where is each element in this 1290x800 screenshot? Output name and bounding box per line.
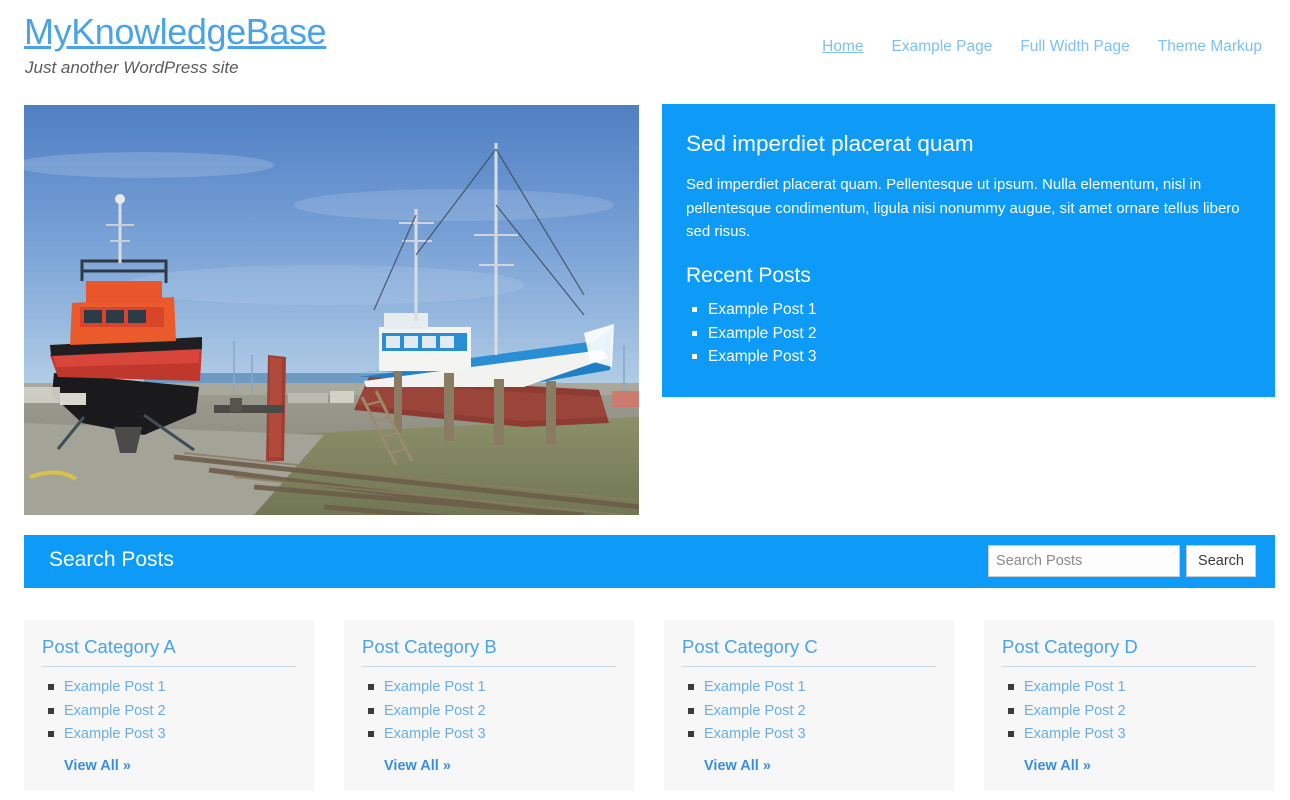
search-input[interactable] [988,545,1181,577]
list-item: Example Post 2 [1008,700,1256,723]
category-post-link[interactable]: Example Post 2 [704,703,806,719]
view-all-link[interactable]: View All » [64,758,131,774]
view-all-link[interactable]: View All » [384,758,451,774]
category-post-link[interactable]: Example Post 3 [384,726,486,742]
list-item: Example Post 1 [1008,676,1256,699]
list-item: Example Post 1 [692,298,1251,322]
category-card-a: Post Category A Example Post 1 Example P… [24,620,314,790]
list-item: Example Post 3 [48,723,296,746]
category-post-link[interactable]: Example Post 1 [64,679,166,695]
category-cards-row: Post Category A Example Post 1 Example P… [24,620,1275,790]
site-tagline: Just another WordPress site [25,58,239,77]
search-posts-bar: Search Posts Search [24,535,1275,588]
promo-text: Sed imperdiet placerat quam. Pellentesqu… [686,176,1240,241]
recent-posts-heading: Recent Posts [686,264,811,288]
promo-title: Sed imperdiet placerat quam [686,131,974,156]
category-post-link[interactable]: Example Post 2 [384,703,486,719]
category-post-link[interactable]: Example Post 1 [1024,679,1126,695]
featured-image [24,105,639,515]
category-post-link[interactable]: Example Post 3 [64,726,166,742]
site-header: MyKnowledgeBase Just another WordPress s… [0,0,1290,95]
list-item: Example Post 2 [368,700,616,723]
nav-item-example-page[interactable]: Example Page [878,38,1007,56]
category-post-link[interactable]: Example Post 3 [704,726,806,742]
category-card-d: Post Category D Example Post 1 Example P… [984,620,1274,790]
nav-item-full-width-page[interactable]: Full Width Page [1006,38,1143,56]
view-all-link[interactable]: View All » [1024,758,1091,774]
page-root: MyKnowledgeBase Just another WordPress s… [0,0,1290,800]
search-button[interactable]: Search [1186,545,1256,577]
list-item: Example Post 3 [688,723,936,746]
list-item: Example Post 3 [1008,723,1256,746]
list-item: Example Post 3 [368,723,616,746]
category-post-link[interactable]: Example Post 2 [1024,703,1126,719]
category-post-link[interactable]: Example Post 2 [64,703,166,719]
nav-item-theme-markup[interactable]: Theme Markup [1144,38,1276,56]
recent-posts-list: Example Post 1 Example Post 2 Example Po… [686,298,1251,369]
list-item: Example Post 3 [692,345,1251,369]
search-posts-heading: Search Posts [49,548,174,571]
recent-post-link[interactable]: Example Post 1 [708,301,817,318]
list-item: Example Post 2 [692,322,1251,346]
list-item: Example Post 1 [48,676,296,699]
list-item: Example Post 1 [368,676,616,699]
search-form: Search [988,545,1256,577]
category-title: Post Category D [1002,636,1256,668]
category-post-list: Example Post 1 Example Post 2 Example Po… [682,676,936,746]
list-item: Example Post 2 [48,700,296,723]
recent-post-link[interactable]: Example Post 3 [708,348,817,365]
site-title[interactable]: MyKnowledgeBase [24,12,327,52]
category-post-list: Example Post 1 Example Post 2 Example Po… [42,676,296,746]
category-post-link[interactable]: Example Post 1 [384,679,486,695]
category-card-b: Post Category B Example Post 1 Example P… [344,620,634,790]
category-post-list: Example Post 1 Example Post 2 Example Po… [1002,676,1256,746]
recent-post-link[interactable]: Example Post 2 [708,325,817,342]
category-post-link[interactable]: Example Post 3 [1024,726,1126,742]
list-item: Example Post 2 [688,700,936,723]
category-post-list: Example Post 1 Example Post 2 Example Po… [362,676,616,746]
promo-panel: Sed imperdiet placerat quam Sed imperdie… [662,104,1275,397]
category-title: Post Category A [42,636,296,668]
category-card-c: Post Category C Example Post 1 Example P… [664,620,954,790]
category-post-link[interactable]: Example Post 1 [704,679,806,695]
view-all-link[interactable]: View All » [704,758,771,774]
nav-item-home[interactable]: Home [808,38,877,56]
shipyard-photo-illustration [24,105,639,515]
category-title: Post Category B [362,636,616,668]
category-title: Post Category C [682,636,936,668]
main-navigation: Home Example Page Full Width Page Theme … [808,38,1276,56]
list-item: Example Post 1 [688,676,936,699]
